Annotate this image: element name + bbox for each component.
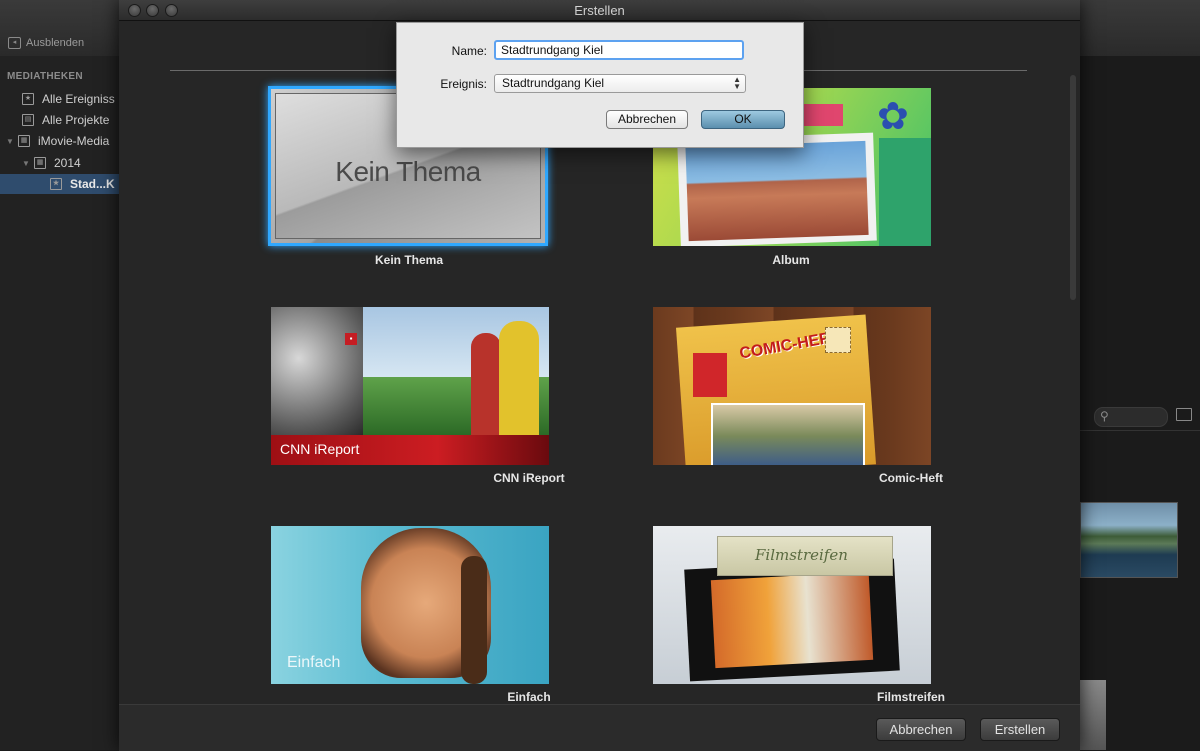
calendar-icon: ▦	[34, 157, 46, 169]
lower-third-text: CNN iReport	[280, 441, 360, 457]
globe-graphic	[271, 307, 363, 435]
preview-person	[471, 333, 501, 435]
theme-label: Einfach	[507, 690, 551, 704]
vertical-scrollbar[interactable]	[1070, 75, 1076, 300]
dialog-cancel-button[interactable]: Abbrechen	[606, 110, 688, 129]
create-button[interactable]: Erstellen	[980, 718, 1060, 741]
theme-label: CNN iReport	[493, 471, 565, 485]
star-icon: ★	[50, 178, 62, 190]
event-select[interactable]: Stadtrundgang Kiel ▲ ▼	[494, 74, 746, 93]
sidebar-item-label: Alle Projekte	[42, 113, 110, 127]
name-input[interactable]	[494, 40, 744, 60]
bottom-bar: Abbrechen Erstellen	[119, 704, 1080, 751]
hide-libraries-label: Ausblenden	[26, 37, 85, 49]
event-label: Ereignis:	[440, 77, 487, 91]
hide-libraries-button[interactable]: ◂ Ausblenden	[8, 37, 84, 49]
cancel-button[interactable]: Abbrechen	[876, 718, 966, 741]
sidebar-item-label: 2014	[54, 156, 81, 170]
theme-tile-einfach[interactable]: Einfach	[271, 526, 549, 684]
theme-label: Album	[772, 253, 810, 267]
theme-preview-title: Filmstreifen	[755, 546, 848, 564]
filmstrip-graphic	[684, 558, 900, 682]
album-photo	[677, 132, 877, 246]
filmstrip-view-icon[interactable]	[1176, 408, 1192, 421]
sidebar-item-label: Stad...K	[70, 177, 115, 191]
theme-tile-comic-heft[interactable]: COMIC-HEFT	[653, 307, 931, 465]
disclosure-triangle-icon[interactable]: ▼	[6, 137, 14, 146]
event-select-value: Stadtrundgang Kiel	[502, 76, 605, 90]
theme-label: Comic-Heft	[878, 471, 943, 485]
comic-panel	[693, 353, 727, 397]
dialog-ok-button[interactable]: OK	[701, 110, 785, 129]
clip-thumbnail[interactable]	[1080, 502, 1178, 578]
search-icon: ⚲	[1100, 409, 1109, 423]
theme-label: Filmstreifen	[876, 690, 945, 704]
theme-preview-title: Kein Thema	[335, 156, 481, 187]
libraries-header: MEDIATHEKEN	[7, 71, 83, 82]
comic-photo	[711, 403, 865, 465]
grid-icon: ▦	[18, 135, 30, 147]
clapper-icon: ▤	[22, 114, 34, 126]
album-decoration	[879, 138, 931, 246]
browser-search-field[interactable]: ⚲	[1094, 407, 1168, 427]
libraries-sidebar: MEDIATHEKEN ★ Alle Ereigniss ▤ Alle Proj…	[0, 56, 170, 750]
window-titlebar: Erstellen	[119, 0, 1080, 21]
window-title: Erstellen	[574, 3, 625, 18]
preview-braid	[461, 556, 487, 684]
sidebar-toggle-icon: ◂	[8, 37, 21, 49]
disclosure-triangle-icon[interactable]: ▼	[22, 159, 30, 168]
name-dialog: Name: Ereignis: Stadtrundgang Kiel ▲▼ Ab…	[396, 22, 804, 148]
updown-arrows-icon: ▲ ▼	[733, 75, 741, 91]
sidebar-item-imovie-media[interactable]: ▼ ▦ iMovie-Media	[0, 131, 126, 151]
star-icon: ★	[22, 93, 34, 105]
name-label: Name:	[451, 44, 487, 58]
preview-person	[499, 321, 539, 435]
theme-tile-cnn-ireport[interactable]: ▪ CNN iReport	[271, 307, 549, 465]
sidebar-item-label: Alle Ereigniss	[42, 92, 115, 106]
flower-icon: ✿	[877, 96, 909, 138]
apple-stamp-icon	[825, 327, 851, 353]
theme-label: Kein Thema	[374, 253, 443, 267]
theme-tile-filmstreifen[interactable]: Filmstreifen	[653, 526, 931, 684]
theme-preview-title: Einfach	[287, 654, 341, 671]
browser-divider	[1080, 430, 1200, 431]
location-marker-icon: ▪	[345, 333, 357, 345]
clip-thumbnail[interactable]	[1080, 680, 1106, 750]
sidebar-item-label: iMovie-Media	[38, 134, 110, 148]
